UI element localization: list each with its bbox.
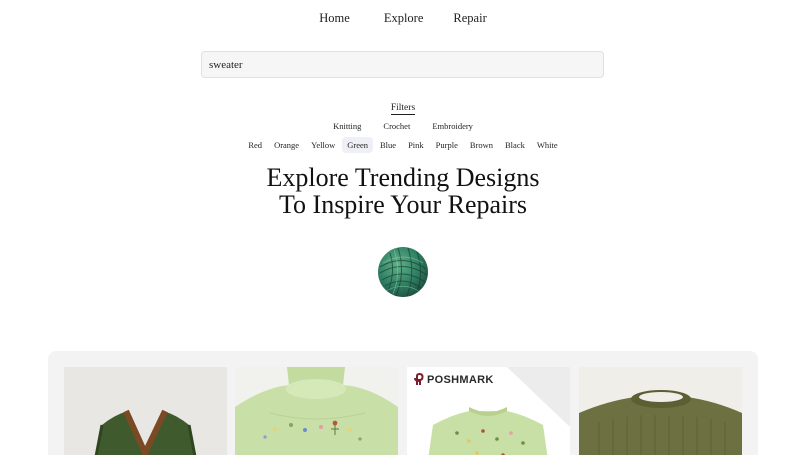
gallery-card-poshmark-sweater[interactable]: POSHMARK (407, 367, 570, 455)
page: Home Explore Repair Filters Knitting Cro… (0, 0, 806, 455)
filter-black[interactable]: Black (500, 137, 530, 153)
filter-green[interactable]: Green (342, 137, 374, 153)
filter-pink[interactable]: Pink (403, 137, 429, 153)
nav-repair-link[interactable]: Repair (453, 9, 486, 28)
yarn-ball-icon (376, 245, 430, 299)
poshmark-badge: POSHMARK (413, 373, 494, 386)
headline-line-1: Explore Trending Designs (266, 163, 540, 192)
top-nav: Home Explore Repair (0, 9, 806, 28)
filter-blue[interactable]: Blue (375, 137, 401, 153)
gallery-card-green-cardigan[interactable] (64, 367, 227, 455)
filters-label[interactable]: Filters (390, 103, 416, 115)
craft-filters: Knitting Crochet Embroidery (0, 118, 806, 134)
filter-red[interactable]: Red (243, 137, 267, 153)
filter-yellow[interactable]: Yellow (306, 137, 340, 153)
search-input[interactable] (201, 51, 604, 78)
filter-brown[interactable]: Brown (465, 137, 498, 153)
poshmark-logo-icon (413, 373, 424, 386)
color-filters: Red Orange Yellow Green Blue Pink Purple… (0, 137, 806, 153)
filter-knitting[interactable]: Knitting (328, 118, 366, 134)
olive-sweater-image (579, 367, 742, 455)
filter-embroidery[interactable]: Embroidery (427, 118, 478, 134)
filters-heading[interactable]: Filters (0, 97, 806, 115)
filter-white[interactable]: White (532, 137, 563, 153)
filter-purple[interactable]: Purple (431, 137, 463, 153)
gallery-card-mint-sweater[interactable] (235, 367, 398, 455)
gallery-card-olive-sweater[interactable] (579, 367, 742, 455)
design-gallery: POSHMARK (48, 351, 758, 455)
nav-explore-link[interactable]: Explore (384, 9, 424, 28)
mint-sweater-image (235, 367, 398, 455)
headline-line-2: To Inspire Your Repairs (278, 190, 528, 219)
nav-home-link[interactable]: Home (319, 9, 350, 28)
poshmark-badge-text: POSHMARK (427, 373, 494, 386)
filter-orange[interactable]: Orange (269, 137, 304, 153)
green-cardigan-image (64, 367, 227, 455)
page-headline: Explore Trending Designs To Inspire Your… (0, 164, 806, 218)
filter-crochet[interactable]: Crochet (378, 118, 415, 134)
